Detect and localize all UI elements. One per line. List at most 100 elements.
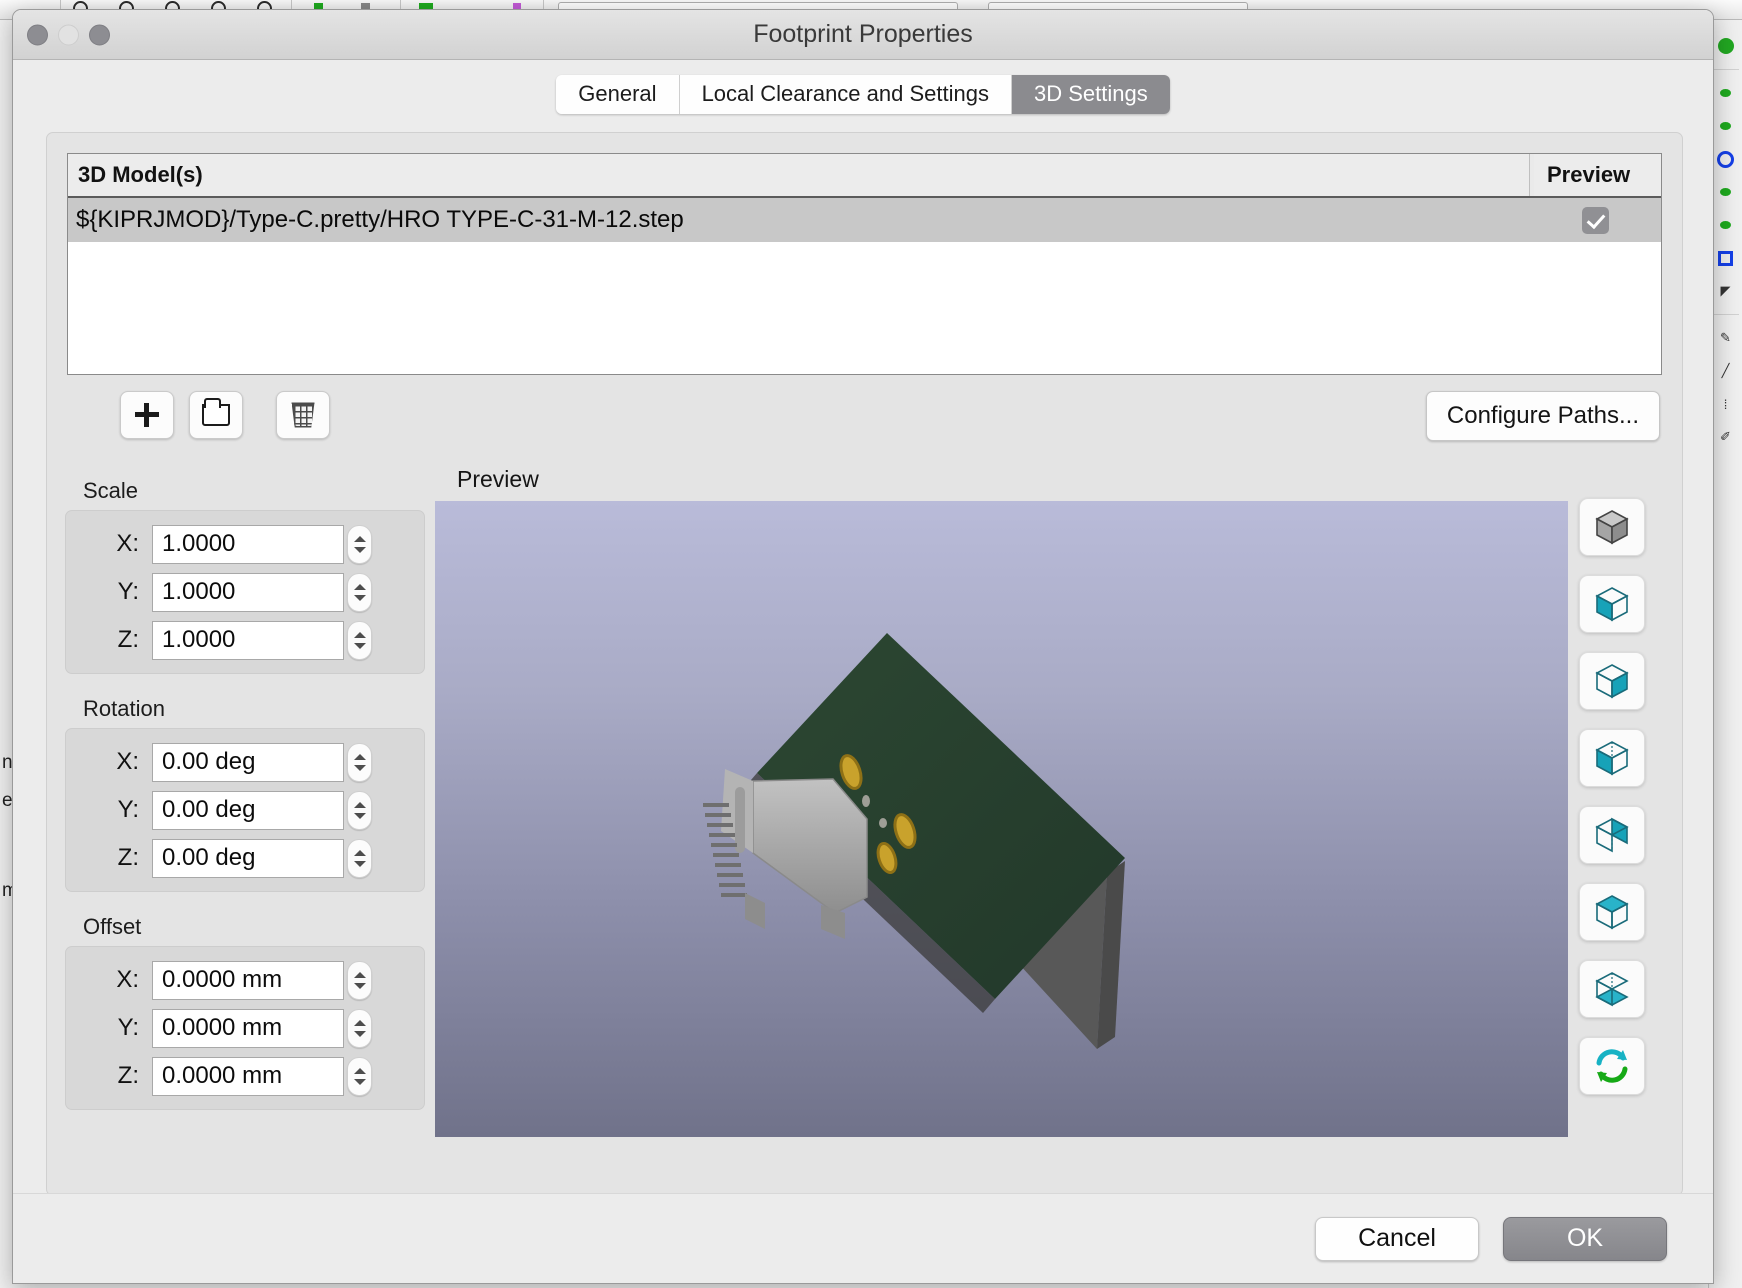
dialog-footer: Cancel OK — [13, 1193, 1713, 1283]
green-dot-icon[interactable] — [1713, 182, 1739, 202]
rotation-x-input[interactable]: 0.00 deg — [152, 742, 344, 782]
green-dot-icon[interactable] — [1713, 215, 1739, 235]
view-controls — [1579, 498, 1645, 1095]
background-text-fragment: n — [2, 752, 13, 773]
close-button[interactable] — [27, 24, 48, 45]
green-dot-icon[interactable] — [1713, 83, 1739, 103]
tab-general[interactable]: General — [556, 74, 680, 114]
green-circle-icon[interactable] — [1713, 36, 1739, 56]
left-view-button[interactable] — [1579, 575, 1645, 633]
rotation-z-input[interactable]: 0.00 deg — [152, 838, 344, 878]
cube-right-icon — [1595, 664, 1629, 699]
dialog-titlebar[interactable]: Footprint Properties — [13, 10, 1713, 60]
window-controls — [27, 24, 110, 45]
ok-button[interactable]: OK — [1503, 1216, 1667, 1261]
bottom-view-button[interactable] — [1579, 960, 1645, 1018]
chevron-down-icon — [353, 546, 366, 553]
rotation-z-row: Z: 0.00 deg — [66, 838, 412, 878]
rotation-x-stepper[interactable] — [347, 742, 372, 782]
rotation-y-stepper[interactable] — [347, 790, 372, 830]
offset-z-stepper[interactable] — [347, 1056, 372, 1096]
chevron-up-icon — [353, 583, 366, 590]
offset-z-row: Z: 0.0000 mm — [66, 1056, 412, 1096]
tab-bar: General Local Clearance and Settings 3D … — [13, 60, 1713, 128]
tab-local-clearance-and-settings[interactable]: Local Clearance and Settings — [679, 74, 1012, 114]
ruler-icon[interactable]: ╱ — [1713, 361, 1739, 381]
connector-tab — [745, 893, 765, 929]
scale-group: X: 1.0000 Y: 1.0000 Z: 1.0000 — [65, 510, 425, 674]
rotation-y-row: Y: 0.00 deg — [66, 790, 412, 830]
rotation-z-stepper[interactable] — [347, 838, 372, 878]
chevron-down-icon — [353, 860, 366, 867]
offset-x-input[interactable]: 0.0000 mm — [152, 960, 344, 1000]
green-dot-icon[interactable] — [1713, 116, 1739, 136]
scale-x-input[interactable]: 1.0000 — [152, 524, 344, 564]
offset-z-label: Z: — [117, 1062, 139, 1089]
model-preview-cell[interactable] — [1530, 206, 1661, 234]
minimize-button[interactable] — [58, 24, 79, 45]
rotation-x-label: X: — [116, 748, 139, 775]
chevron-down-icon — [353, 1078, 366, 1085]
chevron-up-icon — [353, 631, 366, 638]
offset-y-row: Y: 0.0000 mm — [66, 1008, 412, 1048]
pen-icon[interactable]: ✎ — [1713, 328, 1739, 348]
browse-model-button[interactable] — [189, 391, 243, 439]
cube-iso-icon — [1595, 510, 1629, 545]
3d-model-render — [703, 633, 1125, 1049]
maximize-button[interactable] — [89, 24, 110, 45]
blue-circle-icon[interactable] — [1713, 149, 1739, 169]
scale-y-stepper[interactable] — [347, 572, 372, 612]
isometric-view-button[interactable] — [1579, 498, 1645, 556]
dots-icon[interactable]: ⁞ — [1713, 394, 1739, 414]
offset-x-stepper[interactable] — [347, 960, 372, 1000]
right-view-button[interactable] — [1579, 652, 1645, 710]
chevron-down-icon — [353, 1030, 366, 1037]
preview-checkbox[interactable] — [1582, 206, 1609, 234]
scale-z-stepper[interactable] — [347, 620, 372, 660]
scale-z-row: Z: 1.0000 — [66, 620, 412, 660]
front-view-button[interactable] — [1579, 729, 1645, 787]
delete-model-button[interactable] — [276, 391, 330, 439]
model-toolbar: Configure Paths... — [67, 391, 1662, 449]
chevron-up-icon — [353, 1019, 366, 1026]
chevron-down-icon — [353, 982, 366, 989]
rotation-group: X: 0.00 deg Y: 0.00 deg Z: 0.00 deg — [65, 728, 425, 892]
model-path-cell[interactable]: ${KIPRJMOD}/Type-C.pretty/HRO TYPE-C-31-… — [68, 206, 1530, 234]
cube-back-icon — [1595, 817, 1629, 853]
chevron-up-icon — [353, 971, 366, 978]
rotation-y-label: Y: — [117, 796, 139, 823]
cube-front-icon — [1595, 741, 1629, 776]
offset-y-label: Y: — [117, 1014, 139, 1041]
back-view-button[interactable] — [1579, 806, 1645, 864]
dialog-title: Footprint Properties — [753, 20, 973, 48]
offset-group-label: Offset — [83, 914, 142, 939]
cube-bottom-icon — [1595, 972, 1629, 1007]
model-list-table[interactable]: 3D Model(s) Preview ${KIPRJMOD}/Type-C.p… — [67, 153, 1662, 375]
tab-3d-settings[interactable]: 3D Settings — [1011, 74, 1170, 114]
scale-y-label: Y: — [117, 578, 139, 605]
cube-left-icon — [1595, 587, 1629, 622]
chevron-down-icon — [353, 642, 366, 649]
top-view-button[interactable] — [1579, 883, 1645, 941]
rotation-y-input[interactable]: 0.00 deg — [152, 790, 344, 830]
scale-z-input[interactable]: 1.0000 — [152, 620, 344, 660]
pcb-via — [862, 795, 870, 807]
configure-paths-button[interactable]: Configure Paths... — [1425, 391, 1660, 441]
measure-icon[interactable]: ✐ — [1713, 427, 1739, 447]
add-model-button[interactable] — [120, 391, 174, 439]
reset-view-button[interactable] — [1579, 1037, 1645, 1095]
scale-x-stepper[interactable] — [347, 524, 372, 564]
scale-y-input[interactable]: 1.0000 — [152, 572, 344, 612]
table-row[interactable]: ${KIPRJMOD}/Type-C.pretty/HRO TYPE-C-31-… — [68, 198, 1661, 242]
cancel-button[interactable]: Cancel — [1315, 1216, 1479, 1261]
folder-icon — [202, 398, 230, 426]
blue-square-icon[interactable] — [1713, 248, 1739, 268]
arrow-icon[interactable]: ◤ — [1713, 281, 1739, 301]
offset-y-stepper[interactable] — [347, 1008, 372, 1048]
column-header-preview[interactable]: Preview — [1534, 154, 1661, 196]
3d-preview-viewport[interactable] — [435, 501, 1568, 1137]
offset-z-input[interactable]: 0.0000 mm — [152, 1056, 344, 1096]
offset-y-input[interactable]: 0.0000 mm — [152, 1008, 344, 1048]
table-header-row: 3D Model(s) Preview — [68, 154, 1661, 198]
column-header-3d-models[interactable]: 3D Model(s) — [68, 154, 1530, 196]
